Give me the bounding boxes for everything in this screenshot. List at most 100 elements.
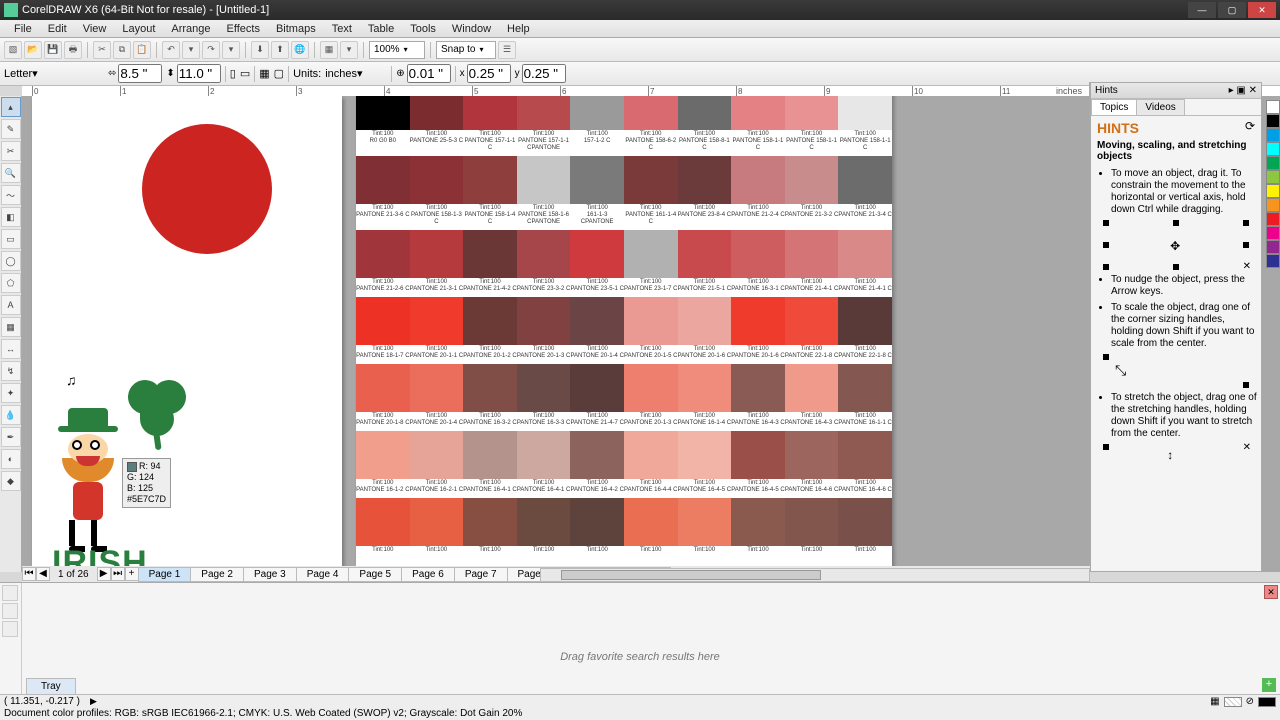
menu-view[interactable]: View xyxy=(75,23,115,35)
eyedropper-tool-icon[interactable]: 💧 xyxy=(1,405,21,425)
menu-edit[interactable]: Edit xyxy=(40,23,75,35)
red-circle-object[interactable] xyxy=(142,124,272,254)
minimize-button[interactable]: — xyxy=(1188,2,1216,18)
undo-drop-icon[interactable]: ▾ xyxy=(182,41,200,59)
shape-tool-icon[interactable]: ✎ xyxy=(1,119,21,139)
outline-swatch[interactable] xyxy=(1258,697,1276,707)
cut-icon[interactable]: ✂ xyxy=(93,41,111,59)
app-launcher-icon[interactable]: ▦ xyxy=(320,41,338,59)
last-page-button[interactable]: ⏭ xyxy=(111,567,125,581)
color-swatch[interactable] xyxy=(463,297,517,345)
palette-color[interactable] xyxy=(1266,240,1280,254)
publish-icon[interactable]: 🌐 xyxy=(291,41,309,59)
nudge-field[interactable]: ⊕ xyxy=(396,64,450,83)
first-page-button[interactable]: ⏮ xyxy=(22,567,36,581)
color-swatch[interactable] xyxy=(463,96,517,130)
fill-tool-icon[interactable]: ◐ xyxy=(1,449,21,469)
menu-help[interactable]: Help xyxy=(499,23,538,35)
color-swatch[interactable] xyxy=(624,96,678,130)
menu-effects[interactable]: Effects xyxy=(219,23,268,35)
color-swatch[interactable] xyxy=(731,297,785,345)
color-swatch[interactable] xyxy=(678,96,732,130)
page-tab[interactable]: Page 7 xyxy=(454,567,508,582)
color-swatch[interactable] xyxy=(731,498,785,546)
color-swatch[interactable] xyxy=(517,431,571,479)
color-swatch[interactable] xyxy=(838,498,892,546)
color-swatch[interactable] xyxy=(356,230,410,278)
prev-page-button[interactable]: ◀ xyxy=(36,567,50,581)
color-swatch[interactable] xyxy=(570,431,624,479)
connector-tool-icon[interactable]: ↯ xyxy=(1,361,21,381)
welcome-icon[interactable]: ▾ xyxy=(340,41,358,59)
smart-fill-icon[interactable]: ◧ xyxy=(1,207,21,227)
color-swatch[interactable] xyxy=(570,96,624,130)
maximize-button[interactable]: ▢ xyxy=(1218,2,1246,18)
menu-layout[interactable]: Layout xyxy=(114,23,163,35)
color-swatch[interactable] xyxy=(838,230,892,278)
color-swatch[interactable] xyxy=(463,364,517,412)
color-swatch[interactable] xyxy=(463,431,517,479)
color-palette-strip[interactable] xyxy=(1266,100,1280,268)
menu-tools[interactable]: Tools xyxy=(402,23,444,35)
menu-file[interactable]: File xyxy=(6,23,40,35)
palette-color[interactable] xyxy=(1266,100,1280,114)
color-swatch[interactable] xyxy=(356,498,410,546)
page-tab[interactable]: Page 2 xyxy=(190,567,244,582)
color-swatch[interactable] xyxy=(410,431,464,479)
menu-arrange[interactable]: Arrange xyxy=(163,23,218,35)
color-swatch[interactable] xyxy=(838,297,892,345)
tray-search-icon[interactable] xyxy=(2,585,18,601)
color-swatch[interactable] xyxy=(678,498,732,546)
color-swatch[interactable] xyxy=(838,431,892,479)
tab-topics[interactable]: Topics xyxy=(1091,99,1137,115)
color-swatch[interactable] xyxy=(785,498,839,546)
color-swatch[interactable] xyxy=(624,431,678,479)
snap-indicator-icon[interactable]: ▦ xyxy=(1210,696,1219,707)
color-swatch[interactable] xyxy=(838,156,892,204)
color-swatch[interactable] xyxy=(463,156,517,204)
tray-lib-icon[interactable] xyxy=(2,621,18,637)
color-swatch[interactable] xyxy=(356,297,410,345)
palette-color[interactable] xyxy=(1266,170,1280,184)
color-swatch[interactable] xyxy=(678,230,732,278)
interactive-tool-icon[interactable]: ✦ xyxy=(1,383,21,403)
color-swatch[interactable] xyxy=(570,364,624,412)
color-swatch[interactable] xyxy=(731,156,785,204)
color-swatch[interactable] xyxy=(517,156,571,204)
color-swatch[interactable] xyxy=(731,230,785,278)
page-tab[interactable]: Page 3 xyxy=(243,567,297,582)
undo-icon[interactable]: ↶ xyxy=(162,41,180,59)
color-swatch[interactable] xyxy=(785,297,839,345)
color-swatch[interactable] xyxy=(624,297,678,345)
color-swatch[interactable] xyxy=(785,364,839,412)
color-swatch[interactable] xyxy=(356,364,410,412)
color-swatch[interactable] xyxy=(731,364,785,412)
color-swatch[interactable] xyxy=(785,96,839,130)
play-icon[interactable]: ▶ xyxy=(90,696,97,707)
menu-table[interactable]: Table xyxy=(360,23,402,35)
color-swatch[interactable] xyxy=(624,364,678,412)
polygon-tool-icon[interactable]: ⬠ xyxy=(1,273,21,293)
color-swatch[interactable] xyxy=(785,230,839,278)
color-swatch[interactable] xyxy=(570,230,624,278)
docker-menu-icon[interactable]: ▸ xyxy=(1229,85,1234,96)
print-icon[interactable]: 🖶 xyxy=(64,41,82,59)
import-icon[interactable]: ⬇ xyxy=(251,41,269,59)
palette-color[interactable] xyxy=(1266,198,1280,212)
color-swatch[interactable] xyxy=(410,230,464,278)
snap-combo[interactable]: Snap to▾ xyxy=(436,41,496,59)
new-icon[interactable]: ▧ xyxy=(4,41,22,59)
fill-swatch[interactable] xyxy=(1224,697,1242,707)
color-swatch[interactable] xyxy=(410,297,464,345)
landscape-icon[interactable]: ▭ xyxy=(240,67,250,80)
color-swatch[interactable] xyxy=(731,96,785,130)
tray-add-button[interactable]: + xyxy=(1262,678,1276,692)
dup-y-field[interactable]: y xyxy=(515,64,566,83)
pantone-palette-sheet[interactable]: Tint:100R0 G0 B0Tint:100PANTONE 25-5-3 C… xyxy=(356,96,892,568)
color-swatch[interactable] xyxy=(678,431,732,479)
outline-tool-icon[interactable]: ✒ xyxy=(1,427,21,447)
open-icon[interactable]: 📂 xyxy=(24,41,42,59)
menu-text[interactable]: Text xyxy=(324,23,360,35)
palette-color[interactable] xyxy=(1266,156,1280,170)
save-icon[interactable]: 💾 xyxy=(44,41,62,59)
